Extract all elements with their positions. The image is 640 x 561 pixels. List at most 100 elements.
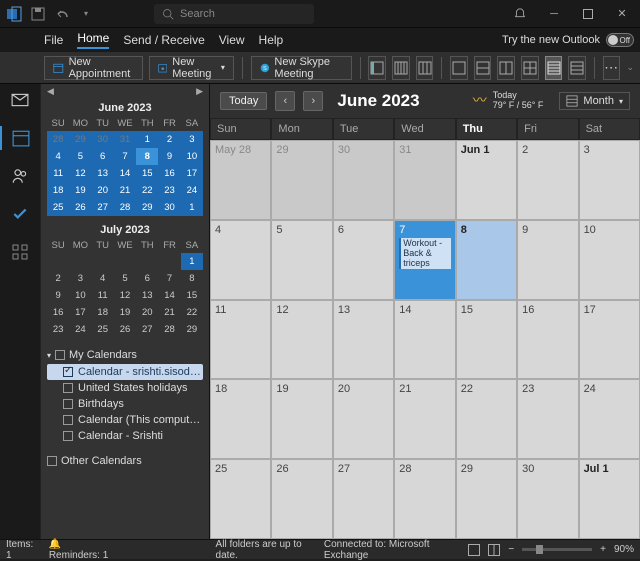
mini-day-cell[interactable]: 8	[136, 148, 158, 165]
mini-day-cell[interactable]: 27	[136, 321, 158, 338]
mini-day-cell[interactable]: 25	[92, 321, 114, 338]
mini-day-cell[interactable]: 12	[114, 287, 136, 304]
layout-todo-button[interactable]	[521, 56, 539, 80]
mini-day-cell[interactable]: 13	[136, 287, 158, 304]
mini-day-cell[interactable]: 17	[69, 304, 91, 321]
maximize-button[interactable]	[576, 4, 600, 24]
checkbox-icon[interactable]	[55, 350, 65, 360]
menu-home[interactable]: Home	[77, 31, 109, 49]
mini-day-cell[interactable]: 28	[158, 321, 180, 338]
grid-cell[interactable]: 13	[333, 300, 394, 380]
new-appointment-button[interactable]: New Appointment	[44, 56, 143, 80]
mini-day-cell[interactable]: 10	[69, 287, 91, 304]
layout-folder-button[interactable]	[497, 56, 515, 80]
mini-day-cell[interactable]: 23	[158, 182, 180, 199]
mini-day-cell[interactable]: 14	[114, 165, 136, 182]
grid-cell[interactable]: 29	[456, 459, 517, 539]
grid-cell[interactable]: 5	[271, 220, 332, 300]
mini-day-cell[interactable]: 24	[69, 321, 91, 338]
grid-cell[interactable]: 4	[210, 220, 271, 300]
mini-day-cell[interactable]: 11	[47, 165, 69, 182]
layout-normal-button[interactable]	[450, 56, 468, 80]
mini-day-cell[interactable]: 27	[92, 199, 114, 216]
mini-day-cell[interactable]: 12	[69, 165, 91, 182]
ribbon-more-button[interactable]: ⋯	[603, 56, 621, 80]
weather-widget[interactable]: 〰 Today79° F / 56° F	[473, 91, 544, 111]
view-normal-icon[interactable]	[468, 544, 480, 556]
minimize-button[interactable]: ─	[542, 4, 566, 24]
mini-day-cell[interactable]: 22	[181, 304, 203, 321]
grid-cell[interactable]: 26	[271, 459, 332, 539]
mini-day-cell[interactable]: 29	[136, 199, 158, 216]
calendar-event[interactable]: Workout - Back & triceps	[399, 238, 450, 270]
mini-day-cell[interactable]: 19	[69, 182, 91, 199]
ribbon-collapse-icon[interactable]: ⌄	[626, 62, 634, 73]
grid-cell[interactable]: 9	[517, 220, 578, 300]
grid-cell[interactable]: 29	[271, 140, 332, 220]
view-week-button[interactable]	[416, 56, 434, 80]
undo-icon[interactable]	[54, 6, 70, 22]
mini-day-cell[interactable]: 4	[92, 270, 114, 287]
grid-cell[interactable]: 11	[210, 300, 271, 380]
mini-day-cell[interactable]: 5	[69, 148, 91, 165]
mini-day-cell[interactable]: 16	[158, 165, 180, 182]
grid-cell[interactable]: 16	[517, 300, 578, 380]
mini-day-cell[interactable]: 6	[92, 148, 114, 165]
grid-cell[interactable]: 7Workout - Back & triceps	[394, 220, 455, 300]
grid-cell[interactable]: 31	[394, 140, 455, 220]
status-reminders[interactable]: 🔔 Reminders: 1	[49, 539, 114, 561]
mini-day-cell[interactable]: 30	[158, 199, 180, 216]
grid-cell[interactable]: 25	[210, 459, 271, 539]
mini-day-cell[interactable]: 28	[47, 131, 69, 148]
grid-cell[interactable]: 18	[210, 379, 271, 459]
mini-day-cell[interactable]: 20	[92, 182, 114, 199]
new-meeting-button[interactable]: New Meeting ▾	[149, 56, 234, 80]
grid-cell[interactable]: Jul 1	[579, 459, 640, 539]
grid-cell[interactable]: 21	[394, 379, 455, 459]
mini-day-cell[interactable]: 21	[114, 182, 136, 199]
zoom-out-button[interactable]: −	[508, 544, 514, 555]
grid-cell[interactable]: Jun 1	[456, 140, 517, 220]
checkbox-icon[interactable]	[63, 415, 73, 425]
view-selector[interactable]: Month ▾	[559, 92, 630, 110]
mini-day-cell[interactable]: 15	[136, 165, 158, 182]
menu-help[interactable]: Help	[259, 33, 284, 47]
mini-day-cell[interactable]: 21	[158, 304, 180, 321]
zoom-in-button[interactable]: +	[600, 544, 606, 555]
mini-day-cell[interactable]: 22	[136, 182, 158, 199]
my-calendars-header[interactable]: ▾My Calendars	[47, 346, 203, 364]
mini-day-cell[interactable]: 2	[47, 270, 69, 287]
new-skype-meeting-button[interactable]: S New Skype Meeting	[251, 56, 352, 80]
checkbox-icon[interactable]	[63, 383, 73, 393]
calendar-tree-item[interactable]: United States holidays	[47, 380, 203, 396]
view-workweek-button[interactable]	[392, 56, 410, 80]
mini-day-cell[interactable]: 6	[136, 270, 158, 287]
layout-schedule-button[interactable]	[568, 56, 586, 80]
mini-day-cell[interactable]: 31	[114, 131, 136, 148]
mini-day-cell[interactable]: 24	[181, 182, 203, 199]
mini-day-cell[interactable]: 15	[181, 287, 203, 304]
tasks-tab[interactable]	[8, 202, 32, 226]
menu-sendrecv[interactable]: Send / Receive	[123, 33, 204, 47]
other-calendars-header[interactable]: Other Calendars	[47, 452, 203, 470]
grid-cell[interactable]: 28	[394, 459, 455, 539]
next-period-button[interactable]: ›	[303, 91, 323, 111]
mini-day-cell[interactable]: 29	[69, 131, 91, 148]
prev-period-button[interactable]: ‹	[275, 91, 295, 111]
mini-day-cell[interactable]: 3	[181, 131, 203, 148]
mail-tab[interactable]	[8, 88, 32, 112]
menu-view[interactable]: View	[219, 33, 245, 47]
grid-cell[interactable]: 27	[333, 459, 394, 539]
mini-day-cell[interactable]: 10	[181, 148, 203, 165]
checkbox-icon[interactable]	[63, 367, 73, 377]
grid-cell[interactable]: 15	[456, 300, 517, 380]
checkbox-icon[interactable]	[63, 431, 73, 441]
try-toggle[interactable]: Off	[606, 33, 634, 47]
mini-day-cell[interactable]	[158, 253, 180, 270]
mini-day-cell[interactable]: 13	[92, 165, 114, 182]
grid-cell[interactable]: 3	[579, 140, 640, 220]
zoom-slider[interactable]	[522, 548, 592, 551]
grid-cell[interactable]: 8	[456, 220, 517, 300]
mini-day-cell[interactable]: 1	[181, 199, 203, 216]
mini-day-cell[interactable]: 19	[114, 304, 136, 321]
